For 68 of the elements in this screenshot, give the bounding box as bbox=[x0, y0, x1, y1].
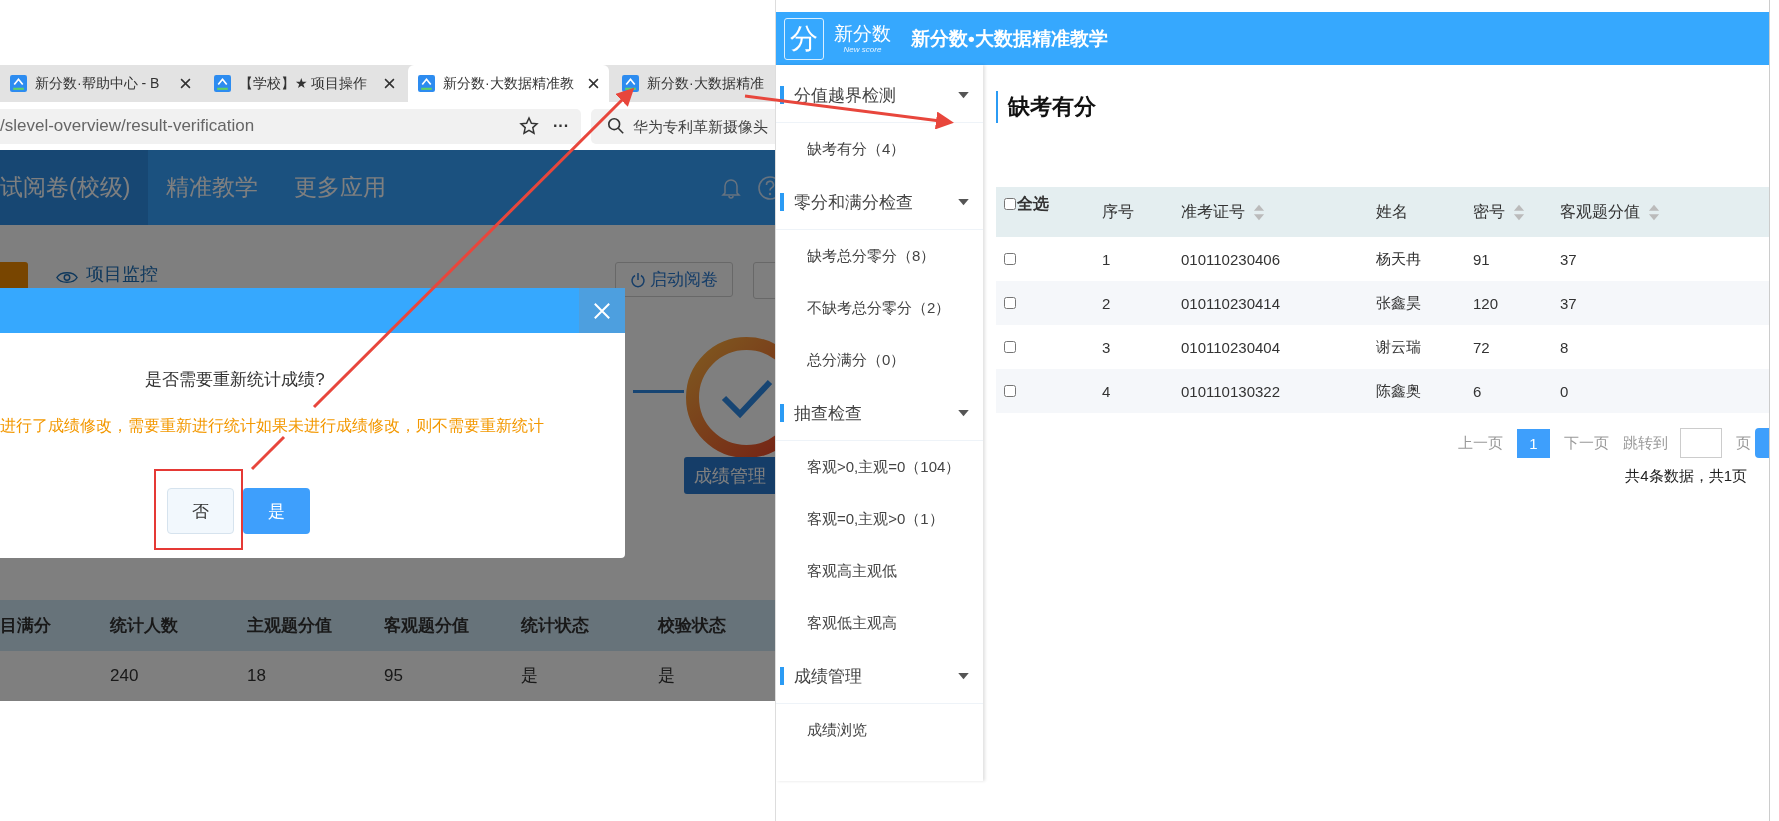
table-cell: 010110130322 bbox=[1181, 382, 1280, 400]
table-cell: 2 bbox=[1102, 294, 1111, 312]
table-cell: 37 bbox=[1560, 250, 1577, 268]
table-cell: 杨天冉 bbox=[1376, 249, 1421, 267]
page-title: 缺考有分 bbox=[996, 91, 1769, 123]
app-title: 新分数•大数据精准教学 bbox=[911, 26, 1108, 51]
sidebar-item[interactable]: 客观高主观低 bbox=[776, 545, 983, 597]
table-cell-text: 是 bbox=[658, 665, 676, 687]
sidebar-group[interactable]: 分值越界检测 bbox=[776, 68, 983, 123]
table-cell: 谢云瑞 bbox=[1376, 337, 1421, 355]
table-cell: 8 bbox=[1560, 338, 1569, 356]
sidebar-group[interactable]: 零分和满分检查 bbox=[776, 175, 983, 230]
table-cell-text: 95 bbox=[384, 665, 404, 686]
column-header[interactable]: 准考证号 bbox=[1181, 201, 1265, 223]
more-button[interactable]: ··· bbox=[553, 117, 569, 135]
table-cell: 91 bbox=[1473, 250, 1490, 268]
page-unit: 页 bbox=[1736, 433, 1751, 453]
select-all-label: 全选 bbox=[1017, 193, 1049, 214]
table-cell: 010110230406 bbox=[1181, 250, 1280, 268]
column-header: 主观题分值 bbox=[247, 615, 333, 637]
sidebar-item[interactable]: 客观>0,主观=0（104） bbox=[776, 441, 983, 493]
logo: 分 bbox=[784, 17, 824, 60]
column-header: 统计人数 bbox=[110, 615, 179, 637]
sidebar-group[interactable]: 抽查检查 bbox=[776, 386, 983, 441]
browser-tab[interactable]: 【学校】★ 项目操作 bbox=[204, 65, 405, 102]
table-cell: 010110230404 bbox=[1181, 338, 1280, 356]
logo-name: 新分数 bbox=[834, 22, 891, 45]
column-header: 客观题分值 bbox=[384, 615, 470, 637]
table-cell: 4 bbox=[1102, 382, 1111, 400]
table-cell: 3 bbox=[1102, 338, 1111, 356]
browser-tab[interactable]: 新分数·大数据精准 bbox=[612, 65, 775, 102]
table-cell: 1 bbox=[1102, 250, 1111, 268]
table-cell: 6 bbox=[1473, 382, 1482, 400]
sidebar-item[interactable]: 缺考有分（4） bbox=[776, 123, 983, 175]
sidebar-item[interactable]: 成绩浏览 bbox=[776, 704, 983, 756]
sidebar-item[interactable]: 不缺考总分零分（2） bbox=[776, 282, 983, 334]
jump-label: 跳转到 bbox=[1623, 433, 1668, 453]
dialog-note: 进行了成绩修改，需要重新进行统计如果未进行成绩修改，则不需要重新统计 bbox=[0, 416, 545, 436]
column-header: 目满分 bbox=[0, 615, 52, 637]
table-cell: 张鑫昊 bbox=[1376, 293, 1421, 311]
table-cell-text: 240 bbox=[110, 665, 140, 686]
sidebar-item[interactable]: 缺考总分零分（8） bbox=[776, 230, 983, 282]
column-header: 统计状态 bbox=[521, 615, 590, 637]
table-cell: 0 bbox=[1560, 382, 1569, 400]
address-field[interactable]: /slevel-overview/result-verification ··· bbox=[0, 108, 581, 144]
table-cell: 010110230414 bbox=[1181, 294, 1280, 312]
table-cell-text: 是 bbox=[521, 665, 539, 687]
sidebar-group[interactable]: 成绩管理 bbox=[776, 649, 983, 704]
sidebar-item[interactable]: 客观=0,主观>0（1） bbox=[776, 493, 983, 545]
table-cell: 37 bbox=[1560, 294, 1577, 312]
browser-tab[interactable]: 新分数·帮助中心 - B bbox=[0, 65, 201, 102]
logo-tagline: New score bbox=[843, 44, 882, 55]
column-header: 校验状态 bbox=[658, 615, 727, 637]
sidebar-item[interactable]: 总分满分（0） bbox=[776, 334, 983, 386]
sidebar-item[interactable]: 客观低主观高 bbox=[776, 597, 983, 649]
table-cell: 72 bbox=[1473, 338, 1490, 356]
column-header: 序号 bbox=[1102, 201, 1134, 222]
table-cell: 陈鑫奥 bbox=[1376, 381, 1421, 399]
dialog-question: 是否需要重新统计成绩? bbox=[144, 369, 326, 391]
table-cell: 120 bbox=[1473, 294, 1499, 312]
browser-tab[interactable]: 新分数·大数据精准教 bbox=[408, 65, 609, 102]
column-header: 姓名 bbox=[1376, 201, 1408, 222]
column-header[interactable]: 客观题分值 bbox=[1560, 201, 1660, 223]
column-header[interactable]: 密号 bbox=[1473, 201, 1525, 223]
pagination-summary: 共4条数据，共1页 bbox=[1624, 467, 1748, 486]
table-cell-text: 18 bbox=[247, 665, 267, 686]
search-field[interactable]: 华为专利革新摄像头 bbox=[591, 108, 775, 144]
dialog-button[interactable]: 否 bbox=[167, 488, 234, 534]
